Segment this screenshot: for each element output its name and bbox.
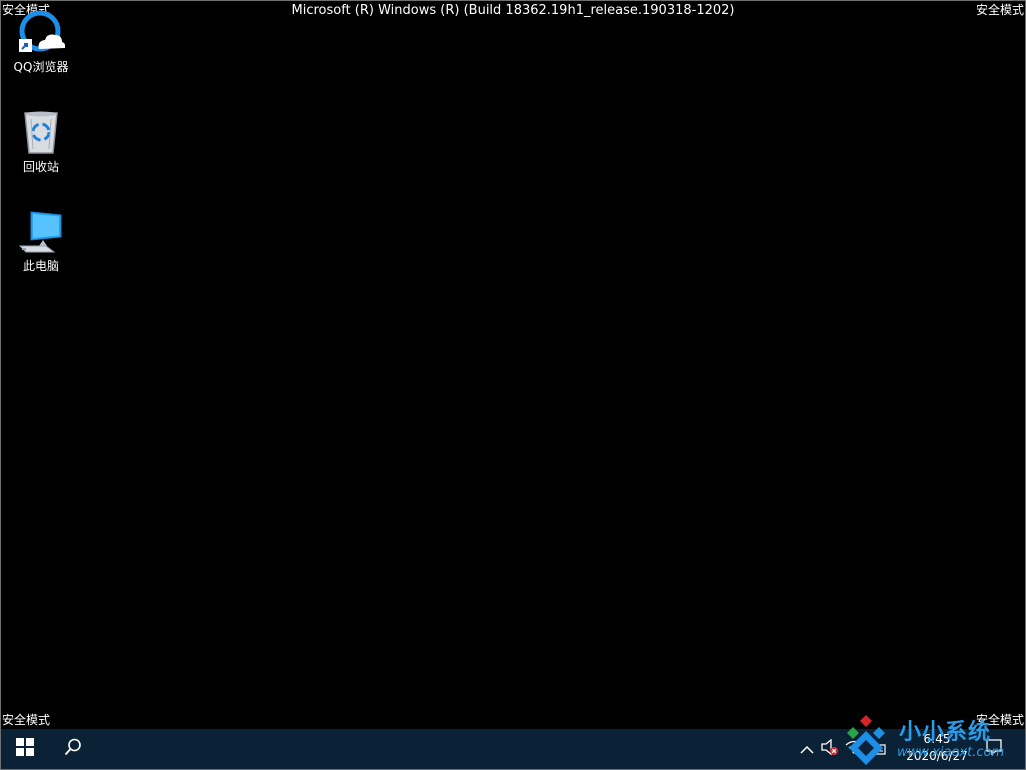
volume-button[interactable] xyxy=(819,729,841,769)
watermark-logo-icon xyxy=(839,713,893,769)
windows-build-info: Microsoft (R) Windows (R) (Build 18362.1… xyxy=(291,3,735,18)
desktop-screen: 安全模式 Microsoft (R) Windows (R) (Build 18… xyxy=(0,0,1026,770)
show-hidden-icons-button[interactable] xyxy=(797,729,817,769)
safe-mode-label-top-right: 安全模式 xyxy=(975,3,1024,17)
start-button[interactable] xyxy=(1,729,49,769)
desktop-icon-label: QQ浏览器 xyxy=(13,60,69,74)
search-icon xyxy=(64,738,82,760)
recycle-bin-icon xyxy=(17,109,65,157)
desktop-icon-label: 回收站 xyxy=(22,160,59,174)
desktop-icon-label: 此电脑 xyxy=(22,259,59,273)
this-pc-icon xyxy=(17,208,65,256)
watermark: 小小系统 www.xiaoxt.com xyxy=(839,713,1025,769)
safe-mode-label-bottom-left: 安全模式 xyxy=(2,713,51,727)
desktop-icon-qq-browser[interactable]: QQ浏览器 xyxy=(3,9,79,75)
qq-browser-icon xyxy=(17,9,66,57)
desktop-icon-recycle-bin[interactable]: 回收站 xyxy=(3,109,79,175)
volume-muted-icon xyxy=(820,738,840,760)
desktop-icon-this-pc[interactable]: 此电脑 xyxy=(3,208,79,274)
windows-logo-icon xyxy=(16,738,34,760)
watermark-url: www.xiaoxt.com xyxy=(897,745,1005,760)
watermark-title: 小小系统 xyxy=(899,720,992,745)
search-button[interactable] xyxy=(49,729,97,769)
chevron-up-icon xyxy=(800,740,814,759)
